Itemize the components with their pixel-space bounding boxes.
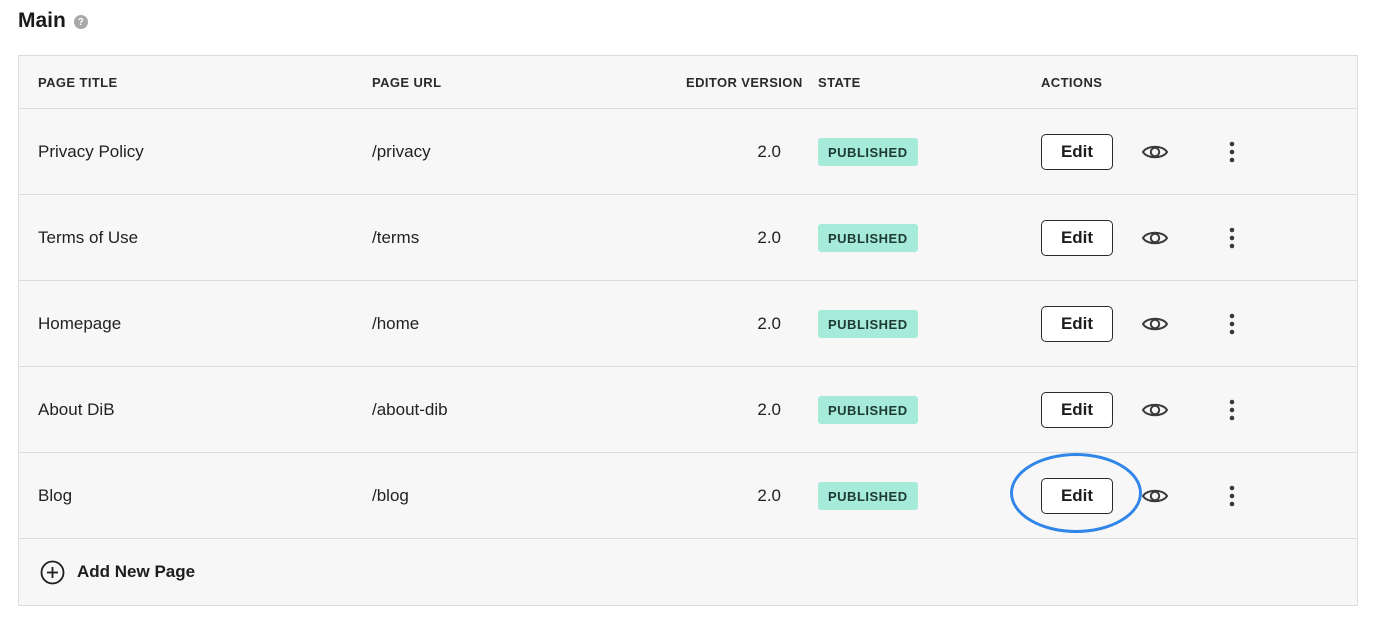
question-circle-icon[interactable]: ? [73, 15, 88, 29]
status-badge: PUBLISHED [818, 138, 918, 166]
eye-icon[interactable] [1141, 484, 1169, 508]
state-cell: PUBLISHED [818, 195, 918, 281]
eye-icon[interactable] [1141, 140, 1169, 164]
edit-button[interactable]: Edit [1041, 392, 1113, 428]
add-new-page-label: Add New Page [77, 562, 196, 581]
column-header-page-url: PAGE URL [372, 74, 442, 90]
actions-cell: Edit [1041, 281, 1271, 367]
editor-version-cell: 2.0 [757, 400, 781, 419]
table-row: About DiB /about-dib 2.0 PUBLISHED Edit [19, 367, 1357, 453]
editor-version-cell: 2.0 [757, 486, 781, 505]
edit-button[interactable]: Edit [1041, 220, 1113, 256]
edit-button[interactable]: Edit [1041, 478, 1113, 514]
actions-cell: Edit [1041, 195, 1271, 281]
page-url-cell: /about-dib [372, 400, 448, 419]
section-title: Main [18, 9, 66, 32]
column-header-state: STATE [818, 74, 861, 90]
table-row: Privacy Policy /privacy 2.0 PUBLISHED Ed… [19, 109, 1357, 195]
status-badge: PUBLISHED [818, 482, 918, 510]
page-title-cell: Privacy Policy [38, 142, 144, 161]
status-badge: PUBLISHED [818, 224, 918, 252]
editor-version-cell: 2.0 [757, 228, 781, 247]
column-header-page-title: PAGE TITLE [38, 74, 118, 90]
page-url-cell: /privacy [372, 142, 431, 161]
table-row: Blog /blog 2.0 PUBLISHED Edit [19, 453, 1357, 539]
eye-icon[interactable] [1141, 398, 1169, 422]
table-header: PAGE TITLE PAGE URL EDITOR VERSION STATE… [19, 56, 1357, 109]
section-header: Main ? [18, 6, 88, 36]
edit-button[interactable]: Edit [1041, 306, 1113, 342]
editor-version-cell: 2.0 [757, 142, 781, 161]
state-cell: PUBLISHED [818, 109, 918, 195]
plus-circle-icon [40, 560, 65, 585]
state-cell: PUBLISHED [818, 281, 918, 367]
state-cell: PUBLISHED [818, 367, 918, 453]
pages-table: PAGE TITLE PAGE URL EDITOR VERSION STATE… [18, 55, 1358, 606]
editor-version-cell: 2.0 [757, 314, 781, 333]
page-title-cell: About DiB [38, 400, 115, 419]
table-row: Terms of Use /terms 2.0 PUBLISHED Edit [19, 195, 1357, 281]
eye-icon[interactable] [1141, 226, 1169, 250]
page-url-cell: /blog [372, 486, 409, 505]
eye-icon[interactable] [1141, 312, 1169, 336]
page-title-cell: Terms of Use [38, 228, 139, 247]
vertical-dots-icon[interactable] [1221, 484, 1243, 508]
status-badge: PUBLISHED [818, 396, 918, 424]
page-url-cell: /home [372, 314, 420, 333]
vertical-dots-icon[interactable] [1221, 140, 1243, 164]
table-row: Homepage /home 2.0 PUBLISHED Edit [19, 281, 1357, 367]
vertical-dots-icon[interactable] [1221, 398, 1243, 422]
add-new-page-button[interactable]: Add New Page [19, 539, 1357, 605]
page-title-cell: Blog [38, 486, 73, 505]
actions-cell: Edit [1041, 109, 1271, 195]
column-header-actions: ACTIONS [1041, 74, 1103, 90]
page-title-cell: Homepage [38, 314, 122, 333]
vertical-dots-icon[interactable] [1221, 226, 1243, 250]
edit-button[interactable]: Edit [1041, 134, 1113, 170]
status-badge: PUBLISHED [818, 310, 918, 338]
column-header-editor-version: EDITOR VERSION [686, 74, 803, 90]
page: Main ? PAGE TITLE PAGE URL EDITOR VERSIO… [0, 0, 1380, 624]
actions-cell: Edit [1041, 453, 1271, 539]
vertical-dots-icon[interactable] [1221, 312, 1243, 336]
state-cell: PUBLISHED [818, 453, 918, 539]
page-url-cell: /terms [372, 228, 420, 247]
actions-cell: Edit [1041, 367, 1271, 453]
